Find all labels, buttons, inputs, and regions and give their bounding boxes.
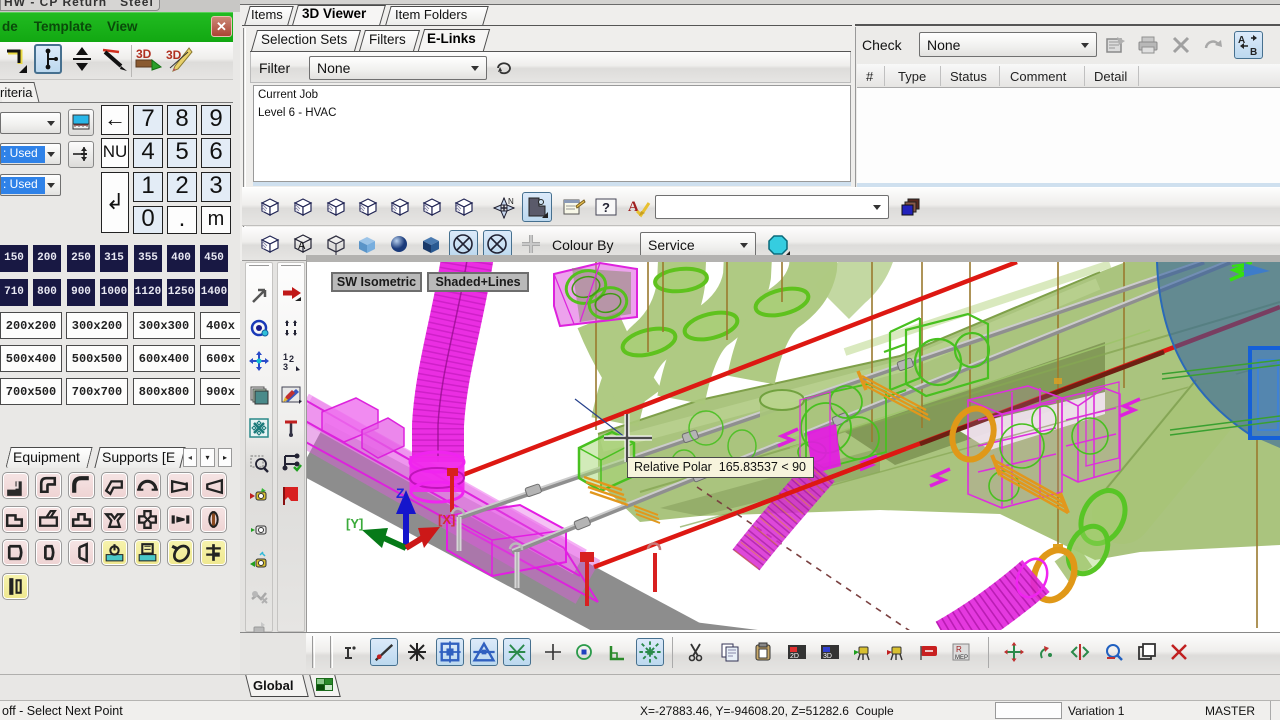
svg-text:R: R (956, 645, 962, 654)
svg-text:N: N (508, 197, 514, 206)
svg-text:A: A (1238, 35, 1245, 46)
svg-text:B: B (1250, 47, 1257, 58)
svg-text:3D: 3D (136, 47, 152, 61)
svg-text:A: A (298, 240, 306, 252)
svg-text:2: 2 (289, 354, 294, 364)
svg-text:?: ? (602, 200, 610, 215)
svg-text:[Y]: [Y] (346, 516, 363, 531)
svg-text:2D: 2D (790, 653, 799, 660)
svg-text:[X]: [X] (438, 512, 455, 527)
svg-text:3: 3 (283, 362, 288, 372)
svg-text:Z: Z (396, 485, 405, 501)
svg-text:MEP: MEP (955, 655, 968, 661)
svg-text:3D: 3D (823, 653, 832, 660)
svg-text:1: 1 (283, 352, 288, 362)
